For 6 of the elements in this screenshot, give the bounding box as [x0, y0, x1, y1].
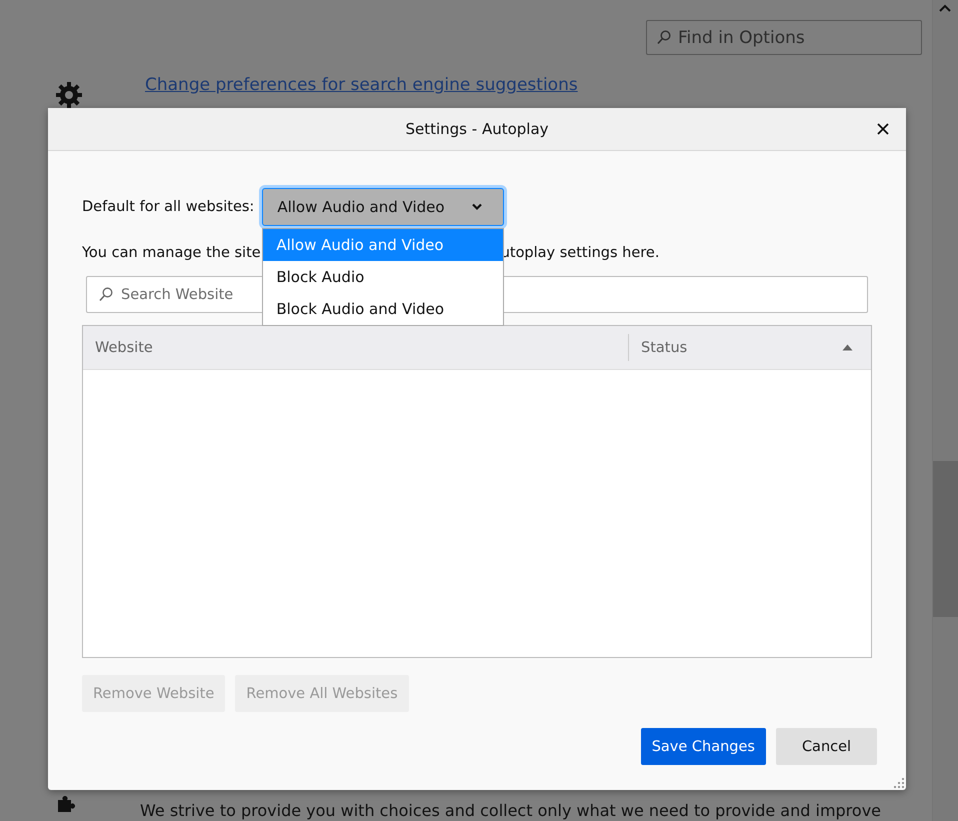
default-label: Default for all websites:: [82, 199, 254, 215]
search-placeholder: Find in Options: [678, 28, 805, 48]
search-placeholder: Search Website: [121, 286, 234, 302]
dialog-title: Settings - Autoplay: [405, 120, 549, 138]
description-text: You can manage the site: [82, 245, 261, 261]
privacy-text: We strive to provide you with choices and collect only what we need to provide and improve: [140, 802, 882, 820]
